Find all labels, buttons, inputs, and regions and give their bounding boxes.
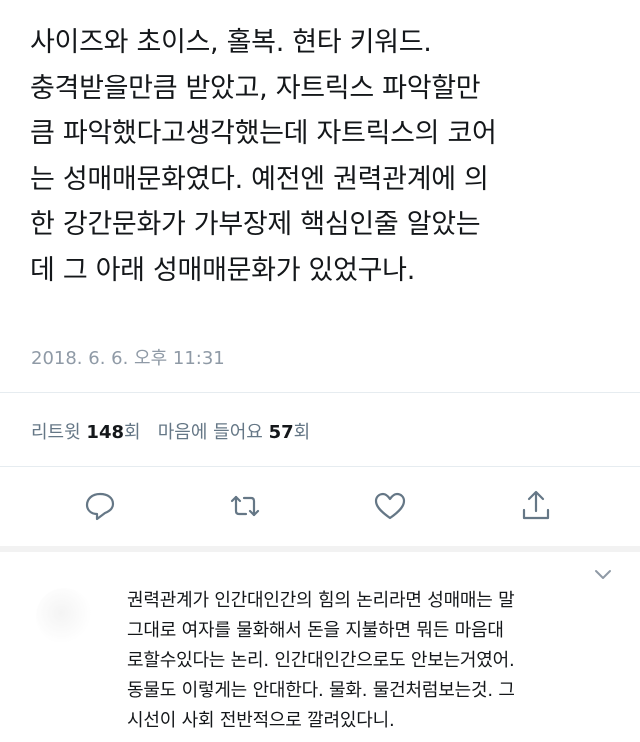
retweet-button[interactable] — [225, 486, 265, 526]
reply-text-line: 로할수있다는 논리. 인간대인간으로도 안보는거였어. — [127, 650, 515, 671]
tweet-text-line: 큼 파악했다고생각했는데 자트릭스의 코어 — [30, 118, 497, 149]
tweet-text-line: 데 그 아래 성매매문화가 있었구나. — [30, 254, 415, 286]
avatar[interactable] — [36, 588, 92, 644]
tweet-text-line: 사이즈와 초이스, 홀복. 현타 키워드. — [30, 27, 432, 58]
tweet-text-line: 한 강간문화가 가부장제 핵심인줄 알았는 — [30, 209, 481, 240]
reply-button[interactable] — [80, 486, 120, 526]
tweet-text: 사이즈와 초이스, 홀복. 현타 키워드. 충격받을만큼 받았고, 자트릭스 파… — [30, 20, 630, 293]
share-button[interactable] — [516, 486, 556, 526]
share-icon — [522, 490, 550, 520]
engagement-stats: 리트윗 148회 마음에 들어요 57회 — [31, 418, 310, 444]
like-label: 마음에 들어요 — [157, 422, 263, 443]
reply-tweet[interactable]: 권력관계가 인간대인간의 힘의 논리라면 성매매는 말 그대로 여자를 물화해서… — [0, 552, 640, 742]
divider — [0, 466, 640, 467]
reply-text-line: 동물도 이렇게는 안대한다. 물화. 물건처럼보는것. 그 — [127, 680, 515, 701]
chevron-down-icon[interactable] — [592, 566, 614, 582]
reply-icon — [85, 492, 115, 521]
retweet-icon — [230, 495, 260, 517]
tweet-text-line: 충격받을만큼 받았고, 자트릭스 파악할만 — [30, 72, 481, 104]
tweet-actions — [0, 486, 640, 526]
divider — [0, 392, 640, 393]
retweet-count: 148 — [86, 422, 124, 443]
like-button[interactable] — [370, 486, 410, 526]
tweet-text-line: 는 성매매문화였다. 예전엔 권력관계에 의 — [30, 163, 489, 195]
retweet-stat[interactable]: 리트윗 148회 — [31, 422, 141, 443]
like-unit: 회 — [293, 422, 311, 443]
reply-text-line: 그대로 여자를 물화해서 돈을 지불하면 뭐든 마음대 — [127, 620, 504, 641]
reply-text-line: 권력관계가 인간대인간의 힘의 논리라면 성매매는 말 — [127, 590, 515, 611]
like-count: 57 — [268, 422, 294, 443]
retweet-unit: 회 — [124, 422, 141, 443]
reply-text-line: 시선이 사회 전반적으로 깔려있다니. — [127, 710, 395, 731]
tweet-timestamp[interactable]: 2018. 6. 6. 오후 11:31 — [31, 344, 225, 370]
reply-text: 권력관계가 인간대인간의 힘의 논리라면 성매매는 말 그대로 여자를 물화해서… — [127, 586, 637, 736]
retweet-label: 리트윗 — [31, 422, 81, 443]
like-icon — [374, 492, 406, 520]
like-stat[interactable]: 마음에 들어요 57회 — [158, 422, 310, 443]
